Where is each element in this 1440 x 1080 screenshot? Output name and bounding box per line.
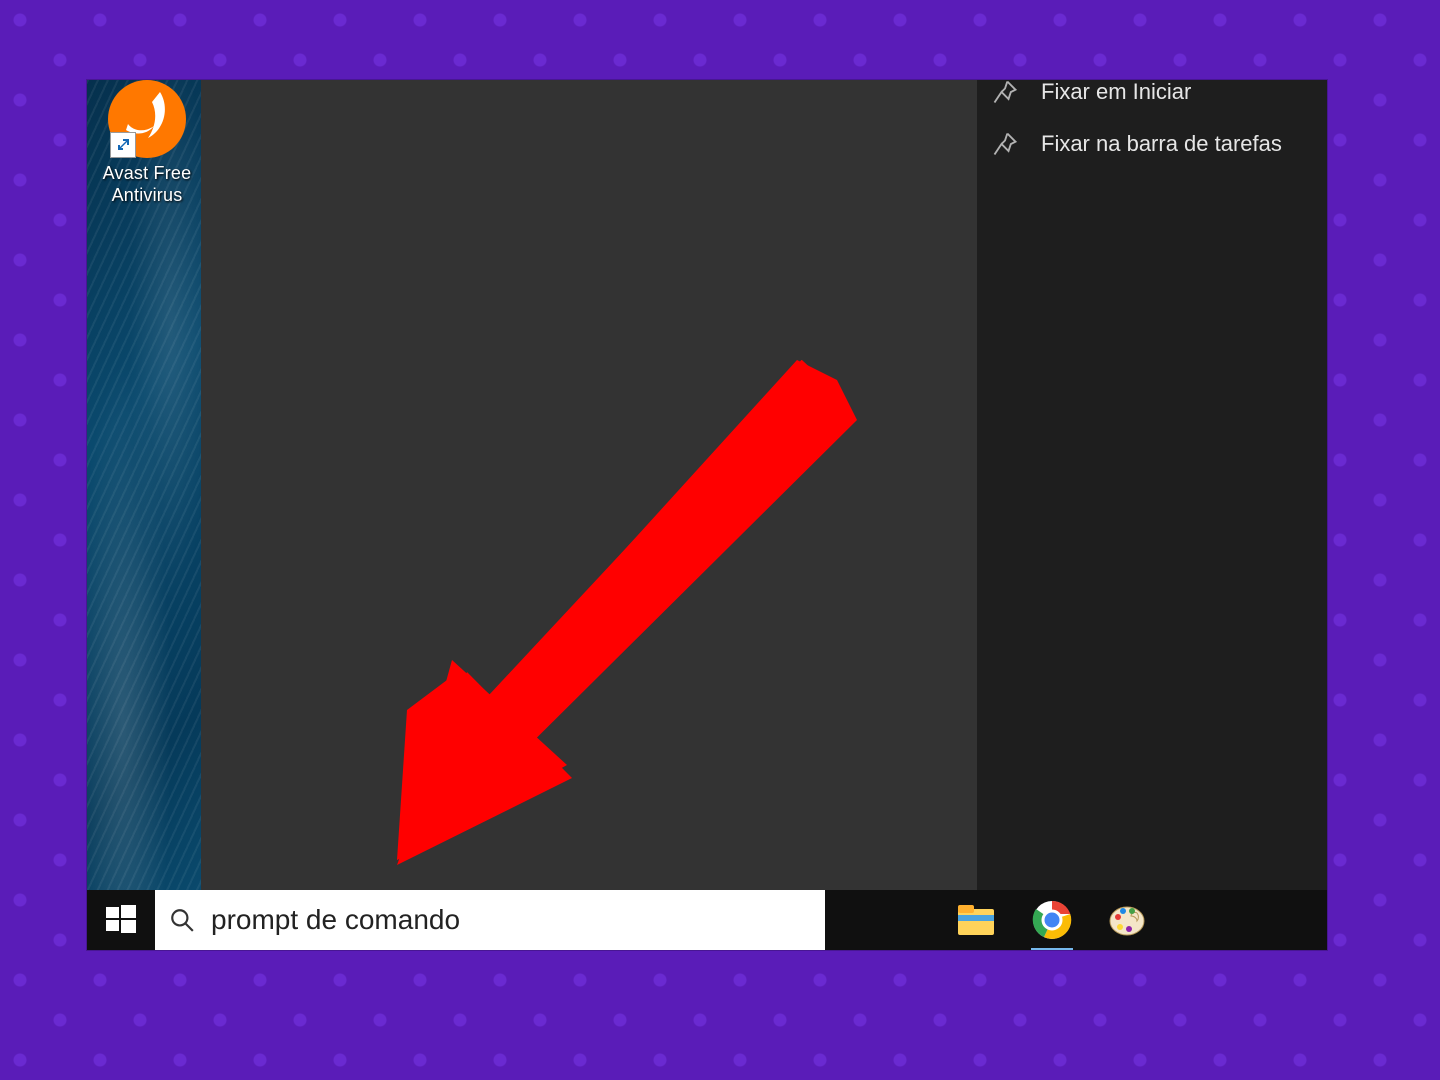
file-explorer-icon xyxy=(955,899,997,941)
taskbar xyxy=(87,890,1327,950)
search-icon xyxy=(169,907,195,933)
pin-icon xyxy=(991,80,1019,106)
pin-icon xyxy=(991,130,1019,158)
action-pin-to-taskbar[interactable]: Fixar na barra de tarefas xyxy=(977,118,1327,170)
taskbar-search-box[interactable] xyxy=(155,890,825,950)
action-label: Fixar na barra de tarefas xyxy=(1041,131,1282,157)
windows-logo-icon xyxy=(106,905,136,935)
action-pin-to-start[interactable]: Fixar em Iniciar xyxy=(977,80,1327,118)
taskbar-app-file-explorer[interactable] xyxy=(955,899,997,941)
action-label: Fixar em Iniciar xyxy=(1041,80,1191,105)
desktop-icon-label: Avast Free Antivirus xyxy=(94,162,200,206)
taskbar-spacer xyxy=(825,890,945,950)
shortcut-arrow-icon xyxy=(110,132,136,158)
taskbar-app-paint[interactable] xyxy=(1107,899,1149,941)
taskbar-pinned-apps xyxy=(945,890,1149,950)
start-button[interactable] xyxy=(87,890,155,950)
avast-icon xyxy=(108,80,186,158)
paint-icon xyxy=(1107,899,1149,941)
screenshot-frame: Avast Free Antivirus Fixar em Iniciar Fi… xyxy=(87,80,1327,950)
desktop-icon-avast[interactable]: Avast Free Antivirus xyxy=(94,80,200,206)
search-actions-panel: Fixar em Iniciar Fixar na barra de taref… xyxy=(977,80,1327,890)
chrome-icon xyxy=(1031,899,1073,941)
start-search-panel xyxy=(201,80,977,890)
search-input[interactable] xyxy=(209,903,811,937)
taskbar-app-chrome[interactable] xyxy=(1031,899,1073,941)
